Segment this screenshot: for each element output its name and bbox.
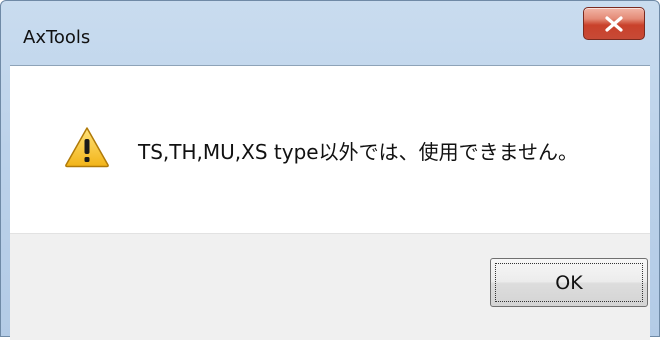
message-area: TS,TH,MU,XS type以外では、使用できません。 — [10, 66, 650, 233]
window-title: AxTools — [23, 27, 91, 48]
title-bar[interactable]: AxTools — [1, 1, 659, 65]
ok-button-label: OK — [555, 271, 583, 294]
close-icon — [604, 15, 624, 32]
warning-icon — [64, 126, 110, 168]
ok-button[interactable]: OK — [490, 258, 648, 307]
message-text: TS,TH,MU,XS type以外では、使用できません。 — [138, 140, 578, 164]
close-button[interactable] — [583, 7, 645, 40]
dialog-window: AxTools TS,TH,MU,XS type以外では、使用できません。 OK — [0, 0, 660, 340]
